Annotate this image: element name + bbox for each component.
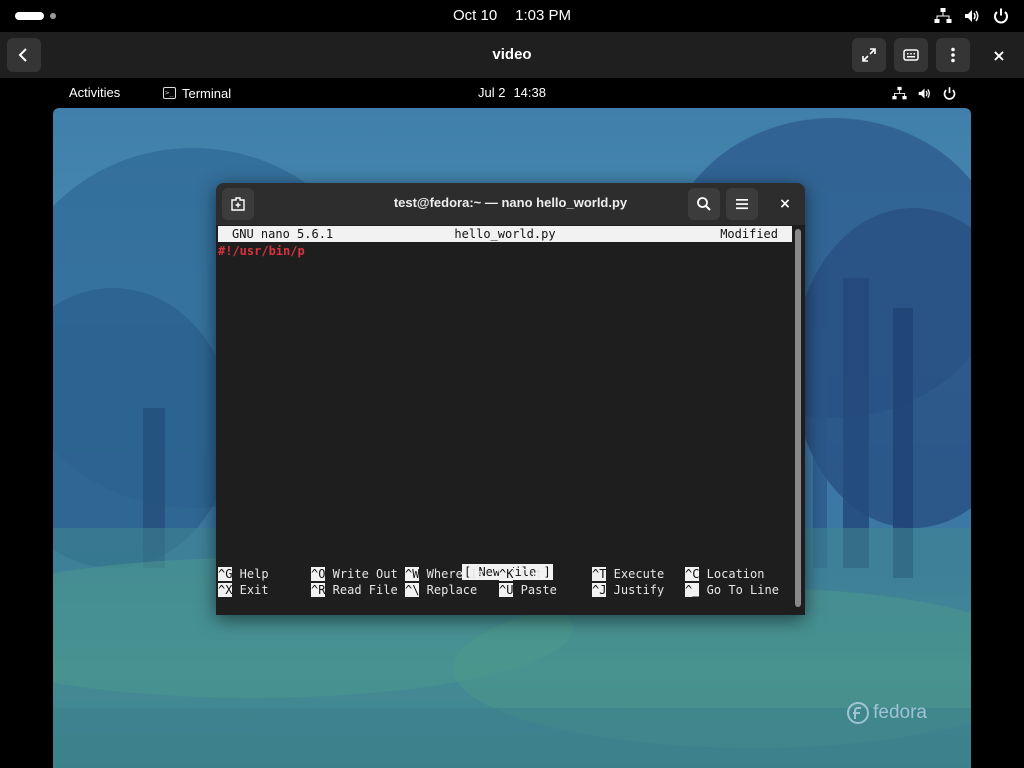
nano-shortcut-label: Exit <box>232 583 269 597</box>
nano-shortcut-key: ^U <box>499 583 514 597</box>
nano-shortcut-key: ^W <box>405 567 420 581</box>
nano-shortcut-label: Write Out <box>325 567 398 581</box>
new-tab-icon <box>231 197 245 211</box>
terminal-close-button[interactable]: × <box>775 194 795 214</box>
fedora-logo-icon <box>847 702 870 724</box>
host-status-area[interactable] <box>934 7 1010 25</box>
nano-shortcut-key: ^\ <box>405 583 420 597</box>
terminal-content[interactable]: GNU nano 5.6.1 hello_world.py Modified #… <box>218 226 793 615</box>
hamburger-menu-button[interactable] <box>726 188 758 220</box>
terminal-headerbar[interactable]: test@fedora:~ — nano hello_world.py × <box>216 183 805 225</box>
host-top-bar: Oct 10 1:03 PM <box>0 0 1024 32</box>
keyboard-button[interactable] <box>894 38 928 72</box>
nano-filename: hello_world.py <box>454 227 556 241</box>
nano-title-bar: GNU nano 5.6.1 hello_world.py Modified <box>218 226 792 242</box>
nano-version: GNU nano 5.6.1 <box>232 227 334 241</box>
power-icon <box>943 86 956 100</box>
nano-shortcut: ^\ Replace <box>405 582 477 598</box>
nano-shortcut: ^K Cut <box>499 566 542 582</box>
volume-icon <box>918 88 930 98</box>
host-date[interactable]: Oct 10 <box>453 7 497 24</box>
nano-shortcut-label: Where Is <box>419 567 485 581</box>
nano-shortcut: ^J Justify <box>592 582 664 598</box>
guest-top-panel: Activities >_ Terminal Jul 2 14:38 <box>53 78 971 108</box>
nano-shortcut: ^_ Go To Line <box>685 582 779 598</box>
nano-shortcut-key: ^K <box>499 567 514 581</box>
guest-time[interactable]: 14:38 <box>513 85 546 100</box>
new-tab-button[interactable] <box>222 188 254 220</box>
nano-shortcut-key: ^O <box>311 567 326 581</box>
search-icon <box>697 197 711 211</box>
host-clock: Oct 10 1:03 PM <box>0 0 1024 32</box>
workspace-indicator[interactable] <box>50 13 56 19</box>
network-icon <box>892 86 907 99</box>
app-menu-terminal[interactable]: >_ Terminal <box>163 78 231 108</box>
fedora-logo: fedora <box>847 702 927 724</box>
nano-shortcut-label: Location <box>699 567 765 581</box>
close-icon: × <box>992 45 1006 65</box>
host-time[interactable]: 1:03 PM <box>515 7 571 24</box>
terminal-icon: >_ <box>163 87 176 99</box>
nano-shortcut-label: Justify <box>606 583 665 597</box>
fullscreen-icon <box>862 48 876 62</box>
keyboard-icon <box>903 49 919 61</box>
nano-shortcut: ^X Exit <box>218 582 269 598</box>
menu-button[interactable] <box>936 38 970 72</box>
volume-icon <box>965 10 979 22</box>
nano-shortcut-label: Read File <box>325 583 398 597</box>
kebab-menu-icon <box>951 47 955 63</box>
power-icon <box>994 8 1008 24</box>
nano-shortcut-key: ^_ <box>685 583 700 597</box>
nano-shortcut-label: Help <box>232 567 269 581</box>
back-button[interactable] <box>7 38 41 72</box>
nano-shortcut: ^T Execute <box>592 566 664 582</box>
nano-shortcut-key: ^X <box>218 583 233 597</box>
fullscreen-button[interactable] <box>852 38 886 72</box>
close-button[interactable]: × <box>988 44 1010 66</box>
nano-shortcut-label: Cut <box>513 567 543 581</box>
search-button[interactable] <box>688 188 720 220</box>
fedora-logo-text: fedora <box>873 702 927 723</box>
nano-shortcut-label: Replace <box>419 583 478 597</box>
nano-shortcut: ^G Help <box>218 566 269 582</box>
workspace-indicator-active[interactable] <box>15 12 44 20</box>
viewer-title: video <box>492 46 532 63</box>
guest-date[interactable]: Jul 2 <box>478 85 505 100</box>
editor-line[interactable]: #!/usr/bin/p <box>218 243 305 259</box>
guest-status-area[interactable] <box>892 85 957 101</box>
nano-shortcut: ^R Read File <box>311 582 398 598</box>
nano-shortcut-key: ^G <box>218 567 233 581</box>
scrollbar[interactable] <box>795 229 801 607</box>
network-icon <box>934 8 952 23</box>
activities-button[interactable]: Activities <box>69 78 120 108</box>
hamburger-menu-icon <box>736 199 748 210</box>
nano-shortcut: ^C Location <box>685 566 764 582</box>
nano-shortcut-key: ^J <box>592 583 607 597</box>
nano-shortcut: ^O Write Out <box>311 566 398 582</box>
nano-shortcut-key: ^T <box>592 567 607 581</box>
nano-shortcut: ^W Where Is <box>405 566 484 582</box>
nano-shortcut-key: ^C <box>685 567 700 581</box>
nano-shortcut-key: ^R <box>311 583 326 597</box>
nano-shortcut: ^U Paste <box>499 582 557 598</box>
nano-shortcut-label: Execute <box>606 567 665 581</box>
nano-shortcut-label: Paste <box>513 583 557 597</box>
terminal-title: test@fedora:~ — nano hello_world.py <box>393 195 628 210</box>
terminal-window[interactable]: test@fedora:~ — nano hello_world.py × GN… <box>216 183 805 615</box>
chevron-left-icon <box>18 48 27 62</box>
close-icon: × <box>779 196 791 212</box>
viewer-header: video × <box>0 32 1024 78</box>
nano-shortcut-label: Go To Line <box>699 583 779 597</box>
app-menu-label: Terminal <box>182 85 232 101</box>
nano-modified-state: Modified <box>720 227 778 241</box>
